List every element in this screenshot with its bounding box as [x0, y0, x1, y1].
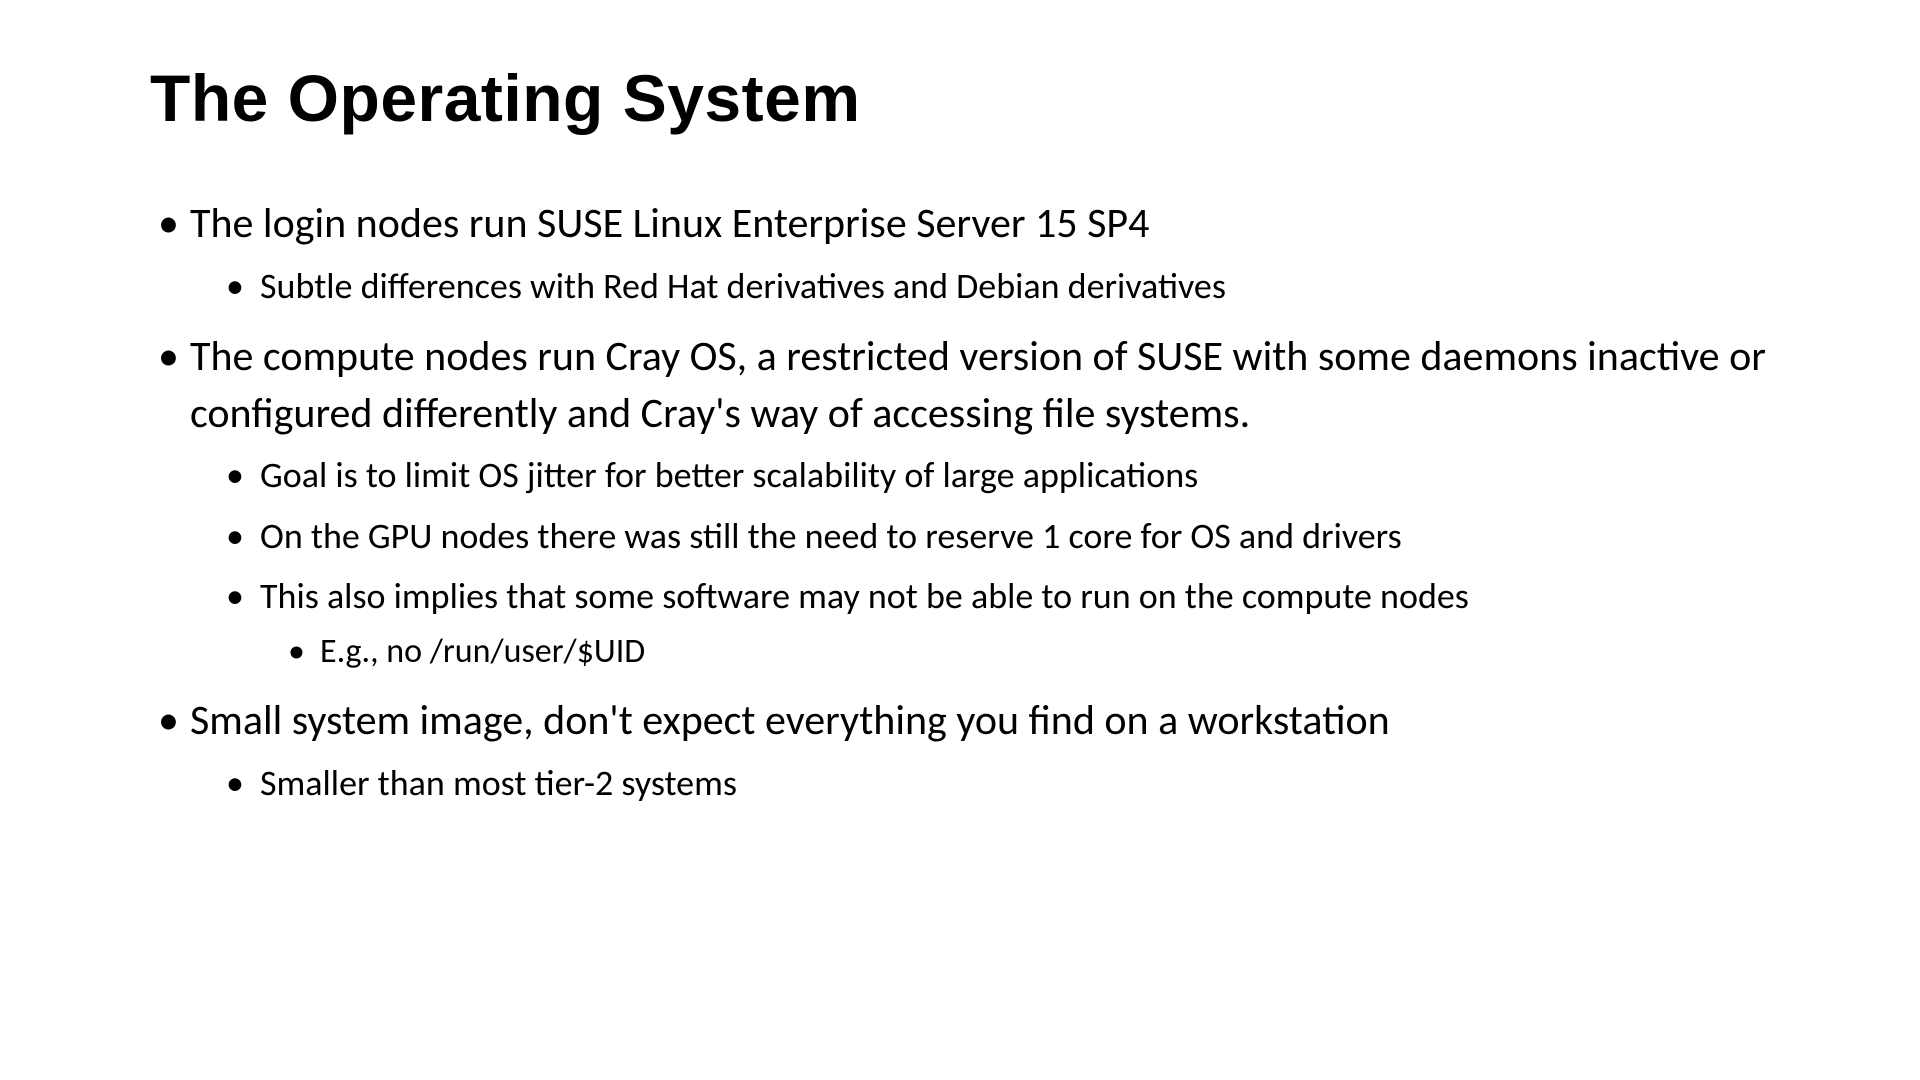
bullet-list-level1: The login nodes run SUSE Linux Enterpris…	[150, 196, 1770, 808]
bullet-item: Goal is to limit OS jitter for better sc…	[216, 450, 1770, 500]
bullet-list-level3: E.g., no /run/user/$UID	[260, 628, 1770, 676]
bullet-item: The compute nodes run Cray OS, a restric…	[150, 329, 1770, 675]
bullet-text: Small system image, don't expect everyth…	[190, 695, 1390, 746]
bullet-item: Smaller than most tier-2 systems	[216, 758, 1770, 808]
bullet-item: The login nodes run SUSE Linux Enterpris…	[150, 196, 1770, 311]
bullet-list-level2: Goal is to limit OS jitter for better sc…	[190, 450, 1770, 675]
bullet-text: E.g., no /run/user/$UID	[320, 631, 645, 672]
bullet-item: E.g., no /run/user/$UID	[280, 628, 1770, 676]
bullet-item: On the GPU nodes there was still the nee…	[216, 511, 1770, 561]
bullet-text: This also implies that some software may…	[260, 574, 1469, 618]
bullet-list-level2: Smaller than most tier-2 systems	[190, 758, 1770, 808]
bullet-text: On the GPU nodes there was still the nee…	[260, 514, 1402, 558]
slide-title: The Operating System	[150, 60, 1770, 136]
bullet-item: This also implies that some software may…	[216, 571, 1770, 675]
bullet-text: Subtle differences with Red Hat derivati…	[260, 264, 1226, 308]
bullet-text: Goal is to limit OS jitter for better sc…	[260, 453, 1198, 497]
bullet-text: The compute nodes run Cray OS, a restric…	[190, 331, 1766, 439]
bullet-item: Subtle differences with Red Hat derivati…	[216, 261, 1770, 311]
bullet-text: The login nodes run SUSE Linux Enterpris…	[190, 198, 1149, 249]
bullet-list-level2: Subtle differences with Red Hat derivati…	[190, 261, 1770, 311]
bullet-item: Small system image, don't expect everyth…	[150, 693, 1770, 808]
bullet-text: Smaller than most tier-2 systems	[260, 761, 737, 805]
